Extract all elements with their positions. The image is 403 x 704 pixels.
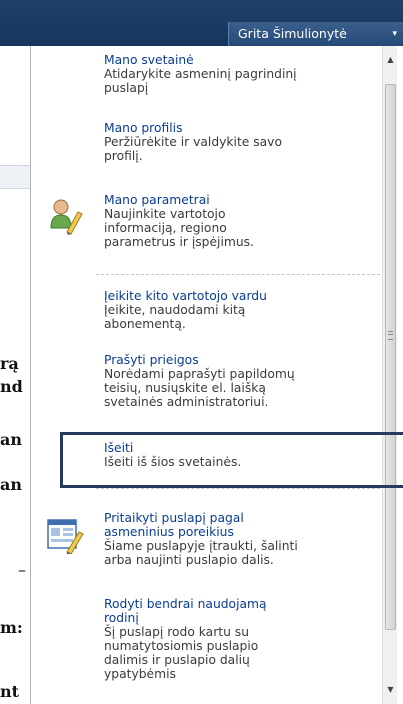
scrollbar-thumb[interactable] (385, 84, 396, 630)
menu-item-personalize-page[interactable]: Pritaikyti puslapį pagal asmeninius pore… (104, 511, 379, 567)
menu-item-request-access[interactable]: Prašyti prieigos Norėdami paprašyti papi… (104, 353, 379, 409)
menu-item-title[interactable]: Rodyti bendrai naudojamą (104, 597, 379, 611)
user-name: Grita Šimulionytė (238, 26, 347, 41)
menu-item-title[interactable]: Įeikite kito vartotojo vardu (104, 289, 379, 303)
menu-item-desc: profilį. (104, 149, 143, 163)
background-text: nd (0, 377, 23, 396)
background-text: an (0, 430, 22, 449)
grip-icon (388, 331, 393, 340)
menu-item-desc: abonementą. (104, 317, 186, 331)
menu-item-desc: Šį puslapį rodo kartu su (104, 625, 249, 639)
menu-scrollbar[interactable]: ▲ ▼ (382, 46, 397, 704)
menu-item-desc: svetainės administratoriui. (104, 395, 269, 409)
background-text: nt (0, 682, 20, 701)
menu-item-desc: arba naujinti puslapio dalis. (104, 553, 274, 567)
menu-item-desc: puslapį (104, 81, 149, 95)
menu-item-desc: Naujinkite vartotojo (104, 207, 226, 221)
menu-item-sign-in-as-different-user[interactable]: Įeikite kito vartotojo vardu Įeikite, na… (104, 289, 379, 331)
menu-item-desc: teisių, nusiųskite el. laišką (104, 381, 266, 395)
menu-item-desc: Peržiūrėkite ir valdykite savo (104, 135, 282, 149)
chevron-down-icon: ▾ (392, 29, 397, 39)
menu-item-title[interactable]: Mano svetainė (104, 53, 379, 67)
menu-separator (96, 274, 380, 275)
user-settings-icon (50, 199, 83, 235)
menu-separator (96, 488, 380, 489)
background-text: an (0, 475, 22, 494)
menu-item-desc: Atidarykite asmeninį pagrindinį (104, 67, 297, 81)
menu-item-my-site[interactable]: Mano svetainė Atidarykite asmeninį pagri… (104, 53, 379, 95)
menu-item-my-profile[interactable]: Mano profilis Peržiūrėkite ir valdykite … (104, 121, 379, 163)
background-text: m: (0, 618, 23, 637)
user-menu-button[interactable]: Grita Šimulionytė ▾ (228, 22, 403, 46)
menu-item-desc: ypatybėmis (104, 667, 176, 681)
menu-item-desc: Šiame puslapyje įtraukti, šalinti (104, 539, 298, 553)
scroll-up-icon[interactable]: ▲ (383, 52, 397, 68)
menu-item-title[interactable]: Pritaikyti puslapį pagal (104, 511, 379, 525)
menu-item-desc: Įeikite, naudodami kitą (104, 303, 246, 317)
sign-out-highlight-box (60, 432, 403, 488)
scroll-down-icon[interactable]: ▼ (383, 682, 397, 698)
menu-item-title[interactable]: Prašyti prieigos (104, 353, 379, 367)
edit-page-icon (47, 519, 84, 554)
background-page-band (0, 165, 30, 189)
menu-item-desc: Norėdami paprašyti papildomų (104, 367, 295, 381)
menu-item-desc: parametrus ir įspėjimus. (104, 235, 254, 249)
menu-item-show-shared-view[interactable]: Rodyti bendrai naudojamą rodinį Šį pusla… (104, 597, 379, 681)
ribbon-bar: Grita Šimulionytė ▾ (0, 0, 403, 46)
menu-item-my-settings[interactable]: Mano parametrai Naujinkite vartotojo inf… (104, 193, 379, 249)
menu-item-desc: informaciją, regiono (104, 221, 227, 235)
background-text: rą (0, 354, 19, 373)
user-dropdown-menu: Mano svetainė Atidarykite asmeninį pagri… (30, 46, 397, 704)
menu-item-title[interactable]: Mano parametrai (104, 193, 379, 207)
menu-item-title[interactable]: Mano profilis (104, 121, 379, 135)
menu-item-title[interactable]: asmeninius poreikius (104, 525, 379, 539)
menu-item-desc: dalimis ir puslapio dalių (104, 653, 250, 667)
menu-item-title[interactable]: rodinį (104, 611, 379, 625)
menu-item-desc: numatytosiomis puslapio (104, 639, 259, 653)
